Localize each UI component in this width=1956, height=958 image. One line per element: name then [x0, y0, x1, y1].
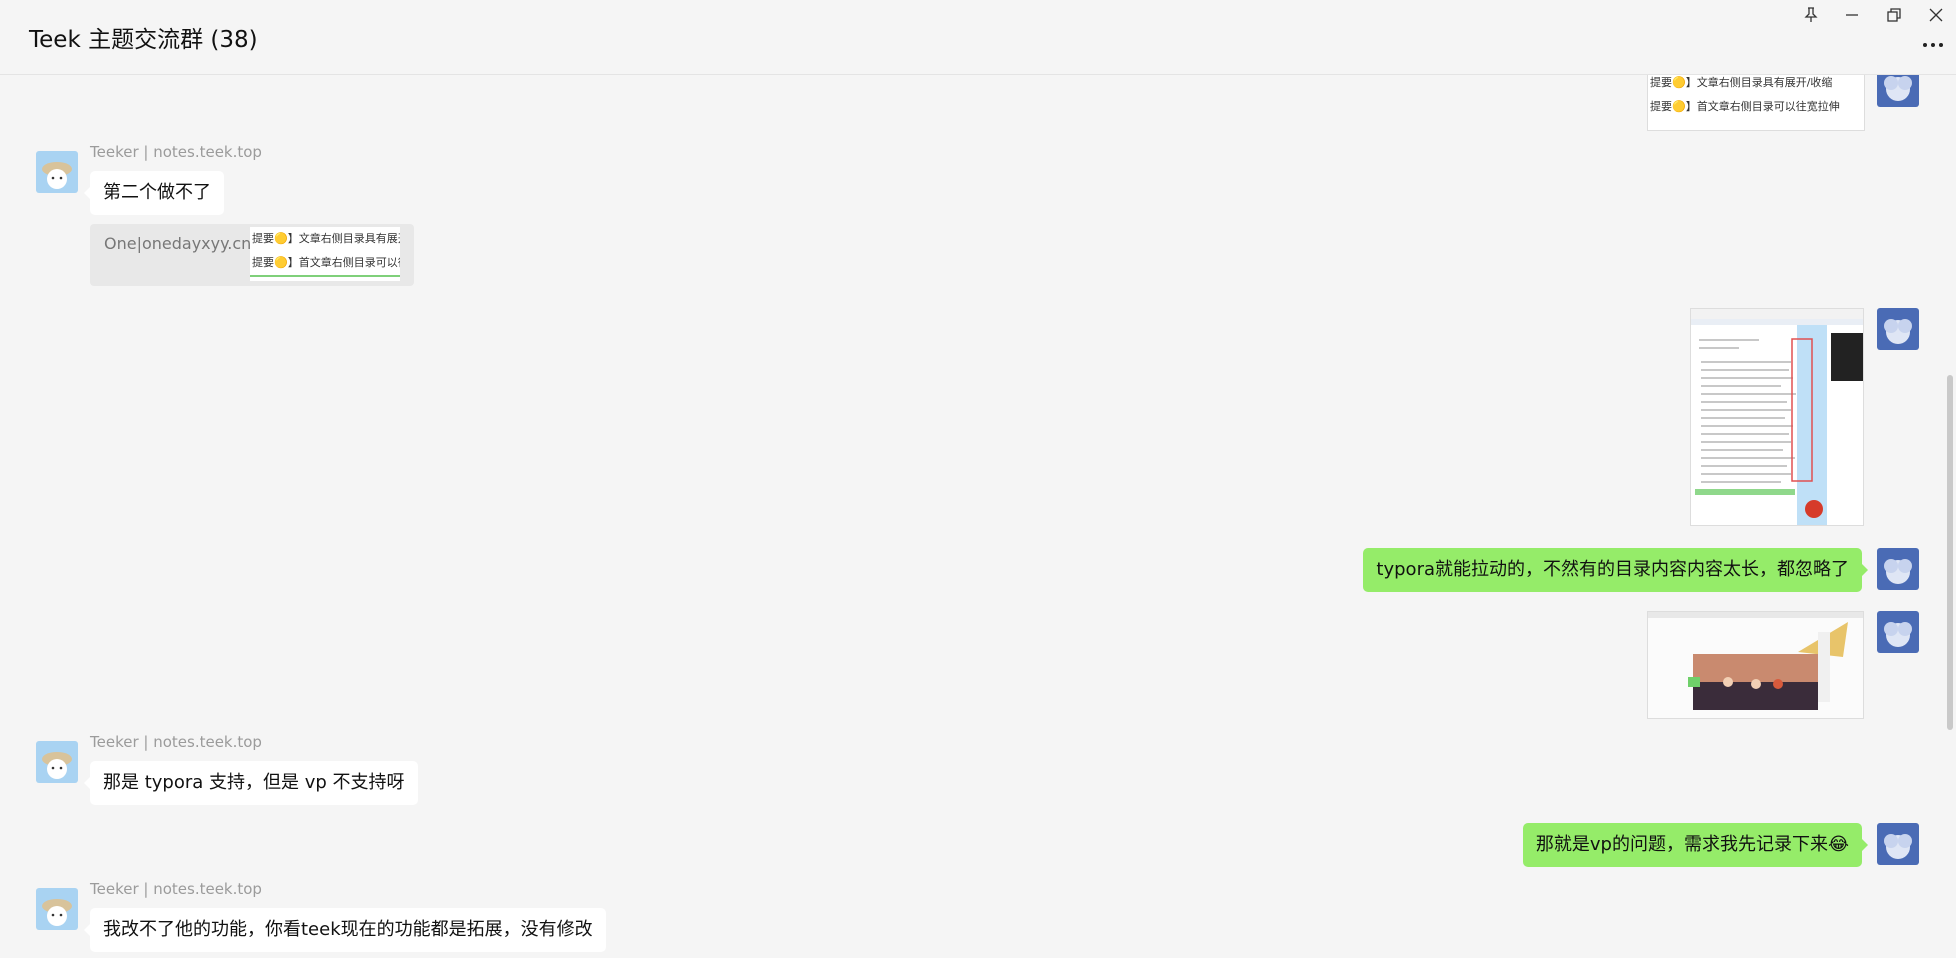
quote-label: One|onedayxyy.cn： [104, 234, 268, 253]
chat-title: Teek 主题交流群 (38) [29, 27, 258, 53]
more-dots-icon[interactable] [1920, 32, 1946, 58]
restore-icon[interactable] [1876, 2, 1912, 28]
close-icon[interactable] [1918, 2, 1954, 28]
avatar[interactable] [1877, 308, 1919, 350]
chat-area[interactable]: 提要🟡】文章右侧目录具有展开/收缩 提要🟡】首文章右侧目录可以往宽拉伸 Teek… [0, 75, 1956, 958]
image-text-line: 提要🟡】文章右侧目录具有展开/收缩 [1650, 76, 1833, 89]
avatar[interactable] [1877, 75, 1919, 107]
avatar[interactable] [36, 741, 78, 783]
image-message[interactable]: 提要🟡】文章右侧目录具有展开/收缩 提要🟡】首文章右侧目录可以往宽拉伸 [1647, 75, 1865, 131]
scrollbar[interactable] [1947, 375, 1953, 730]
pin-icon[interactable] [1793, 2, 1829, 28]
message-bubble[interactable]: 那是 typora 支持，但是 vp 不支持呀 [84, 761, 418, 805]
screenshot-image[interactable] [1647, 611, 1864, 719]
image-text-line: 提要🟡】首文章右侧目录可以往宽拉伸 [250, 251, 400, 277]
message-bubble[interactable]: 我改不了他的功能，你看teek现在的功能都是拓展，没有修改 [84, 908, 606, 952]
message-bubble[interactable]: 那就是vp的问题，需求我先记录下来😂 [1522, 823, 1869, 867]
avatar[interactable] [1877, 548, 1919, 590]
message-bubble[interactable]: 第二个做不了 [84, 171, 224, 215]
avatar[interactable] [36, 888, 78, 930]
avatar[interactable] [1877, 823, 1919, 865]
image-text-line: 提要🟡】首文章右侧目录可以往宽拉伸 [1650, 100, 1840, 113]
quote-reference[interactable]: One|onedayxyy.cn： 提要🟡】文章右侧目录具有展开/收缩 提要🟡】… [90, 224, 414, 286]
avatar[interactable] [36, 151, 78, 193]
sender-name: Teeker | notes.teek.top [90, 880, 262, 898]
avatar[interactable] [1877, 611, 1919, 653]
sender-name: Teeker | notes.teek.top [90, 143, 262, 161]
sender-name: Teeker | notes.teek.top [90, 733, 262, 751]
minimize-icon[interactable] [1834, 2, 1870, 28]
screenshot-image[interactable] [1690, 308, 1864, 526]
message-bubble[interactable]: typora就能拉动的，不然有的目录内容内容太长，都忽略了 [1363, 548, 1868, 592]
quote-image[interactable]: 提要🟡】文章右侧目录具有展开/收缩 提要🟡】首文章右侧目录可以往宽拉伸 [250, 227, 400, 281]
image-text-line: 提要🟡】文章右侧目录具有展开/收缩 [252, 232, 400, 245]
chat-header: Teek 主题交流群 (38) [0, 0, 1956, 75]
